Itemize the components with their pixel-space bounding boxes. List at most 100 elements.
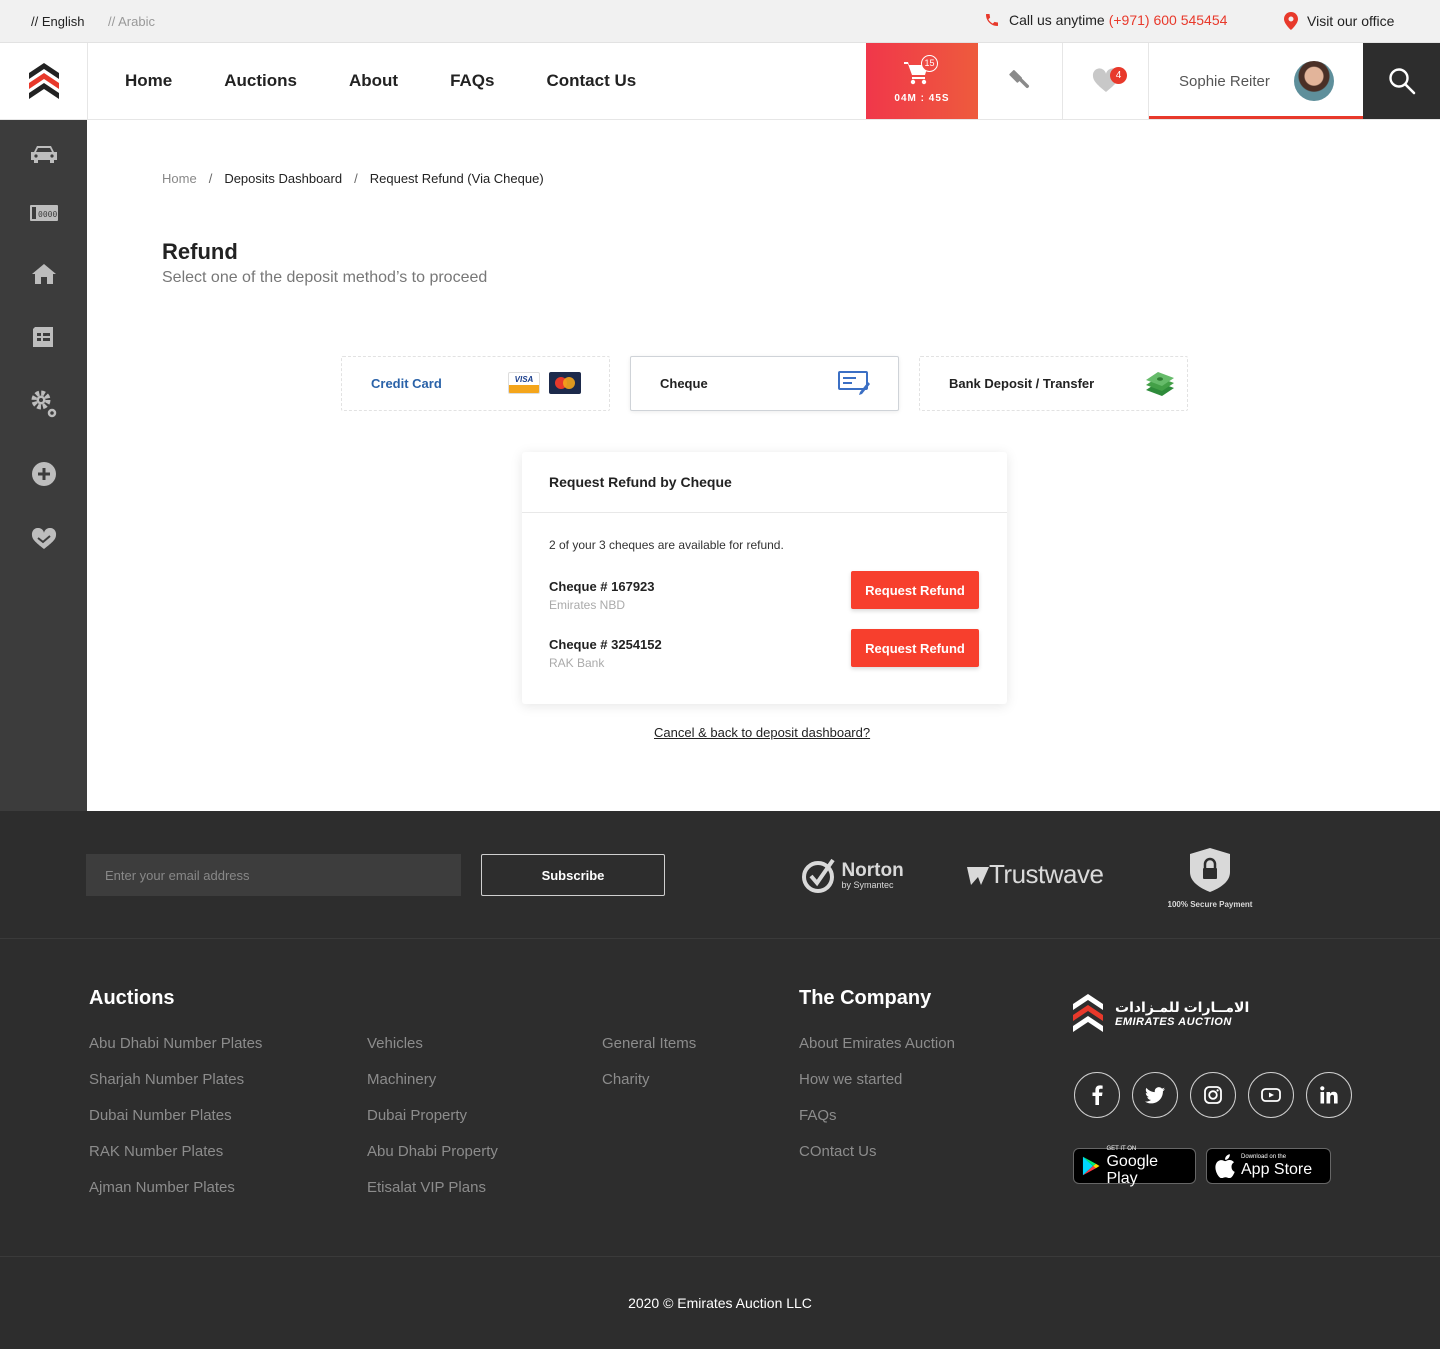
- sidebar-item-general[interactable]: [29, 325, 59, 349]
- gavel-icon: [1009, 70, 1030, 89]
- sidebar-item-charity[interactable]: [29, 527, 59, 551]
- footer-link[interactable]: General Items: [602, 1035, 696, 1071]
- footer-link[interactable]: Dubai Property: [367, 1107, 498, 1143]
- property-icon: [32, 264, 56, 284]
- nav-faqs[interactable]: FAQs: [450, 71, 494, 91]
- sidebar-item-property[interactable]: [29, 262, 59, 286]
- my-bids-button[interactable]: [978, 43, 1063, 119]
- nav-contact[interactable]: Contact Us: [546, 71, 636, 91]
- instagram-icon[interactable]: [1190, 1072, 1236, 1118]
- nav-home[interactable]: Home: [125, 71, 172, 91]
- visit-office[interactable]: Visit our office: [1284, 12, 1394, 30]
- method-bank-deposit[interactable]: Bank Deposit / Transfer: [919, 356, 1188, 411]
- footer-link[interactable]: RAK Number Plates: [89, 1143, 262, 1179]
- linkedin-icon[interactable]: [1306, 1072, 1352, 1118]
- add-icon: [32, 462, 56, 486]
- footer-link[interactable]: Dubai Number Plates: [89, 1107, 262, 1143]
- breadcrumb: Home / Deposits Dashboard / Request Refu…: [162, 171, 544, 186]
- logo[interactable]: [0, 43, 88, 119]
- language-arabic-link[interactable]: // Arabic: [108, 14, 155, 29]
- cheque-row: Cheque # 167923 Emirates NBD Request Ref…: [549, 571, 979, 619]
- footer-link[interactable]: COntact Us: [799, 1143, 955, 1179]
- emirates-auction-logo-icon: [1073, 994, 1103, 1032]
- language-english-link[interactable]: // English: [31, 14, 84, 29]
- subscribe-button[interactable]: Subscribe: [481, 854, 665, 896]
- method-cheque[interactable]: Cheque: [630, 356, 899, 411]
- favorites-button[interactable]: 4: [1063, 43, 1149, 119]
- top-bar: // English // Arabic Call us anytime (+9…: [0, 0, 1440, 43]
- copyright: 2020 © Emirates Auction LLC: [628, 1295, 812, 1311]
- page-subtitle: Select one of the deposit method’s to pr…: [162, 269, 488, 286]
- footer-link[interactable]: About Emirates Auction: [799, 1035, 955, 1071]
- apple-icon: [1215, 1154, 1235, 1178]
- footer-link[interactable]: Vehicles: [367, 1035, 498, 1071]
- footer-link[interactable]: Charity: [602, 1071, 696, 1107]
- youtube-icon[interactable]: [1248, 1072, 1294, 1118]
- svg-text:0000: 0000: [38, 210, 57, 219]
- call-us[interactable]: Call us anytime (+971) 600 545454: [984, 12, 1227, 28]
- user-profile[interactable]: Sophie Reiter: [1149, 43, 1363, 119]
- footer-bottom: 2020 © Emirates Auction LLC: [0, 1257, 1440, 1349]
- refund-note: 2 of your 3 cheques are available for re…: [549, 538, 784, 552]
- google-play-button[interactable]: GET IT ON Google Play: [1073, 1145, 1196, 1187]
- main-menu: Home Auctions About FAQs Contact Us: [125, 71, 688, 91]
- search-icon: [1388, 68, 1415, 95]
- method-label: Credit Card: [371, 376, 442, 391]
- app-store-button[interactable]: Download on the App Store: [1206, 1148, 1331, 1184]
- phone-icon: [986, 14, 998, 26]
- breadcrumb-home[interactable]: Home: [162, 171, 197, 186]
- number-plate-icon: 0000: [30, 205, 58, 221]
- nav-about[interactable]: About: [349, 71, 398, 91]
- footer-brand-logo[interactable]: الامــارات للمـزادات EMIRATES AUCTION: [1073, 994, 1249, 1032]
- app-store-big: App Store: [1241, 1161, 1313, 1178]
- cheque-number: Cheque # 3254152: [549, 637, 662, 652]
- sidebar-item-settings[interactable]: [29, 388, 59, 420]
- request-refund-button[interactable]: Request Refund: [851, 571, 979, 609]
- user-name: Sophie Reiter: [1179, 73, 1270, 90]
- charity-heart-icon: [31, 528, 57, 549]
- cheque-number: Cheque # 167923: [549, 579, 655, 594]
- google-play-big: Google Play: [1106, 1152, 1159, 1187]
- footer-link[interactable]: Machinery: [367, 1071, 498, 1107]
- secure-payment-text: 100% Secure Payment: [1167, 900, 1253, 909]
- breadcrumb-separator: /: [208, 171, 213, 186]
- avatar: [1294, 61, 1334, 101]
- footer-company-heading: The Company: [799, 987, 932, 1009]
- footer-link[interactable]: Sharjah Number Plates: [89, 1071, 262, 1107]
- trustwave-icon: [967, 867, 989, 886]
- cheque-icon: [838, 371, 870, 395]
- cancel-link[interactable]: Cancel & back to deposit dashboard?: [654, 725, 870, 740]
- footer-link[interactable]: Ajman Number Plates: [89, 1179, 262, 1215]
- call-label: Call us anytime: [1009, 12, 1105, 28]
- cheque-bank: Emirates NBD: [549, 598, 626, 612]
- nav-auctions[interactable]: Auctions: [224, 71, 297, 91]
- request-refund-button[interactable]: Request Refund: [851, 629, 979, 667]
- norton-sub: by Symantec: [841, 880, 894, 890]
- twitter-icon[interactable]: [1132, 1072, 1178, 1118]
- google-play-small: GET IT ON: [1106, 1145, 1137, 1152]
- sidebar-item-add[interactable]: [29, 462, 59, 486]
- footer-link[interactable]: FAQs: [799, 1107, 955, 1143]
- sidebar-item-plates[interactable]: 0000: [29, 201, 59, 225]
- footer-link[interactable]: Abu Dhabi Property: [367, 1143, 498, 1179]
- email-input[interactable]: [86, 854, 461, 896]
- footer-link[interactable]: Abu Dhabi Number Plates: [89, 1035, 262, 1071]
- method-credit-card[interactable]: Credit Card VISA: [341, 356, 610, 411]
- cart-button[interactable]: 15 04M : 45S: [866, 43, 978, 119]
- cash-stack-icon: [1146, 372, 1174, 396]
- shield-lock-icon: [1190, 848, 1230, 892]
- emirates-auction-logo-icon: [28, 63, 59, 99]
- footer-link[interactable]: Etisalat VIP Plans: [367, 1179, 498, 1215]
- sidebar-item-vehicles[interactable]: [29, 142, 59, 166]
- footer-link[interactable]: How we started: [799, 1071, 955, 1107]
- breadcrumb-deposits[interactable]: Deposits Dashboard: [224, 171, 342, 186]
- favorites-count-badge: 4: [1110, 67, 1127, 84]
- social-links: [1074, 1072, 1352, 1118]
- car-icon: [31, 146, 57, 163]
- footer-auctions-col2: Vehicles Machinery Dubai Property Abu Dh…: [367, 1035, 498, 1215]
- phone-number[interactable]: (+971) 600 545454: [1109, 12, 1228, 28]
- location-pin-icon: [1284, 12, 1298, 30]
- facebook-icon[interactable]: [1074, 1072, 1120, 1118]
- search-button[interactable]: [1363, 43, 1440, 119]
- sidebar: 0000: [0, 120, 87, 811]
